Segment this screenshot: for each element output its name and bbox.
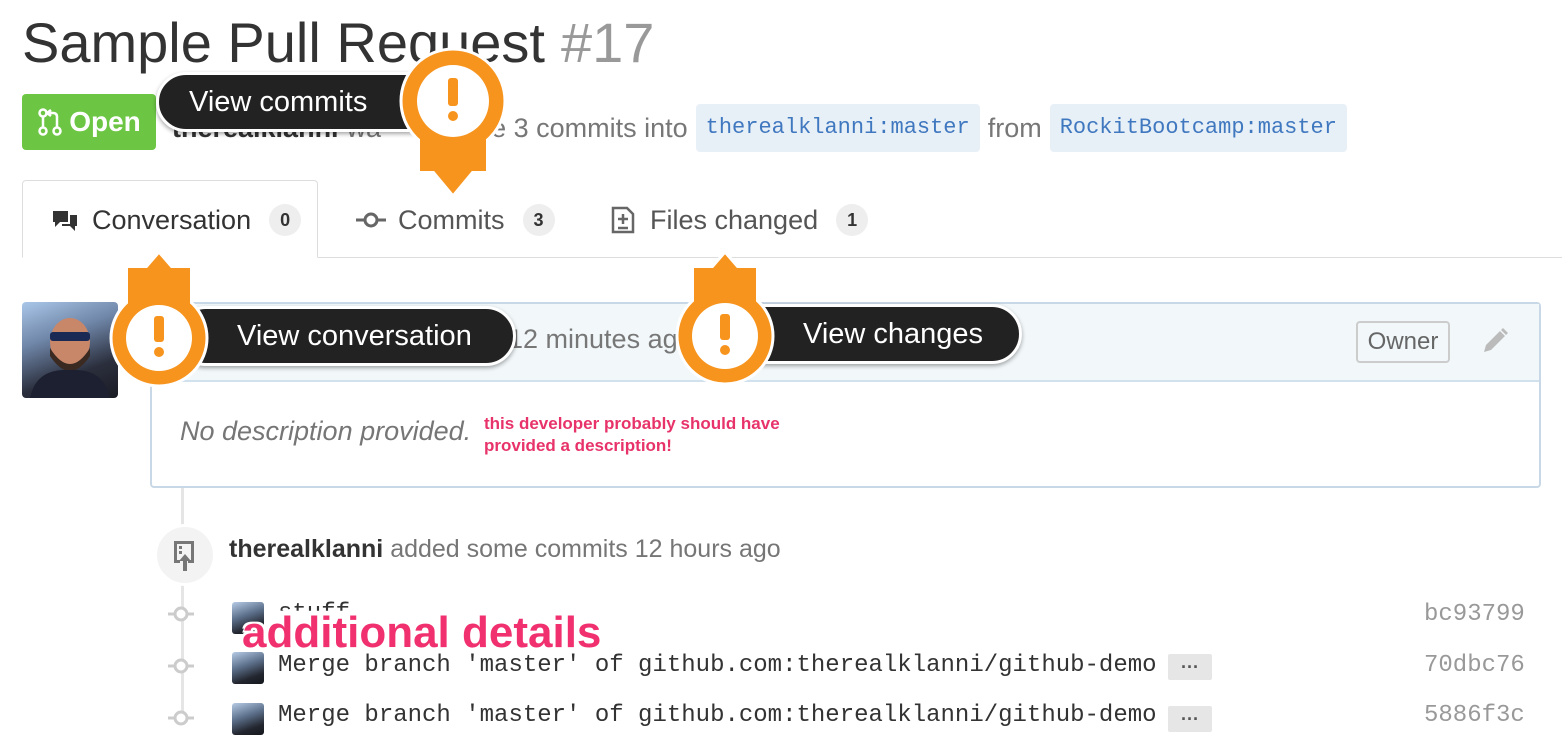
alert-pin-icon bbox=[675, 249, 775, 386]
event-author[interactable]: therealklanni bbox=[229, 535, 383, 563]
annotation-additional-details: additional details bbox=[242, 608, 602, 657]
callout-pin-commits bbox=[398, 46, 508, 199]
commit-node-icon bbox=[168, 710, 194, 726]
git-commit-icon bbox=[356, 212, 386, 228]
comment-body: No description provided. bbox=[180, 416, 472, 446]
callout-pin-conversation bbox=[104, 249, 214, 388]
tab-conversation-label: Conversation bbox=[92, 204, 252, 235]
comment-discussion-icon bbox=[53, 211, 77, 231]
state-badge: Open bbox=[22, 94, 156, 150]
tab-conversation-count: 0 bbox=[269, 204, 302, 236]
alert-pin-icon bbox=[109, 249, 209, 388]
annotation-note-line2: provided a description! bbox=[484, 436, 672, 455]
tab-commits-label: Commits bbox=[398, 204, 505, 235]
tab-conversation[interactable]: Conversation 0 bbox=[50, 196, 302, 244]
commit-message[interactable]: Merge branch 'master' of github.com:ther… bbox=[278, 702, 1157, 729]
tab-files-count: 1 bbox=[836, 204, 869, 236]
head-branch[interactable]: RockitBootcamp:master bbox=[1049, 104, 1347, 152]
tab-files-changed[interactable]: Files changed 1 bbox=[608, 196, 869, 244]
event-badge bbox=[154, 524, 216, 586]
comment-time[interactable]: 12 minutes ago bbox=[508, 324, 693, 355]
pencil-icon[interactable] bbox=[1480, 326, 1510, 356]
event-description: added some commits 12 hours ago bbox=[390, 535, 781, 563]
tab-commits[interactable]: Commits 3 bbox=[356, 196, 555, 244]
pr-number: #17 bbox=[560, 11, 655, 74]
file-diff-icon bbox=[611, 206, 635, 234]
tooltip-view-conversation: View conversation bbox=[176, 306, 516, 366]
commit-sha[interactable]: 70dbc76 bbox=[1424, 652, 1525, 679]
annotation-note: this developer probably should have prov… bbox=[484, 413, 804, 457]
pr-title: Sample Pull Request #17 bbox=[22, 8, 654, 78]
from-label: from bbox=[987, 113, 1042, 143]
tooltip-view-commits-label: View commits bbox=[189, 85, 368, 118]
tab-commits-count: 3 bbox=[522, 204, 555, 236]
commit-sha[interactable]: bc93799 bbox=[1424, 601, 1525, 628]
commit-avatar[interactable] bbox=[232, 703, 264, 735]
state-label: Open bbox=[69, 106, 141, 137]
repo-push-icon bbox=[174, 541, 194, 571]
pull-request-icon bbox=[38, 108, 62, 136]
annotation-note-line1: this developer probably should have bbox=[484, 414, 780, 433]
base-branch[interactable]: therealklanni:master bbox=[695, 104, 980, 152]
commit-node-icon bbox=[168, 658, 194, 674]
callout-pin-changes bbox=[670, 249, 780, 386]
commits-event: therealklanni added some commits 12 hour… bbox=[229, 535, 781, 564]
tooltip-view-changes-label: View changes bbox=[803, 317, 984, 350]
tab-files-label: Files changed bbox=[650, 204, 819, 235]
commit-node-icon bbox=[168, 606, 194, 622]
owner-badge: Owner bbox=[1356, 321, 1450, 363]
alert-pin-icon bbox=[399, 47, 507, 199]
expand-commit-button[interactable]: ··· bbox=[1168, 654, 1212, 680]
expand-commit-button[interactable]: ··· bbox=[1168, 706, 1212, 732]
commit-sha[interactable]: 5886f3c bbox=[1424, 702, 1525, 729]
tooltip-view-conversation-label: View conversation bbox=[237, 319, 472, 352]
